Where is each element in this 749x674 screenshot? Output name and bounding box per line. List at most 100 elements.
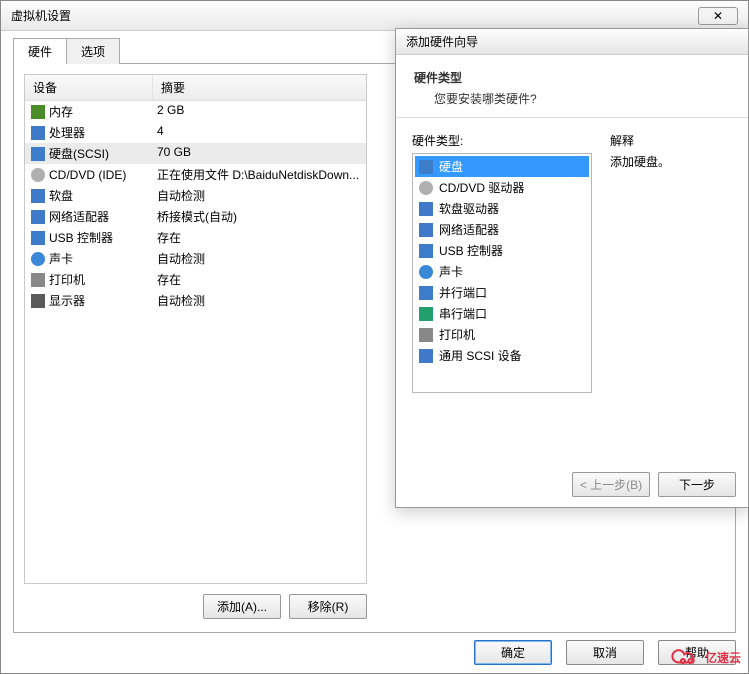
device-summary: 70 GB bbox=[153, 145, 366, 162]
wizard-desc-label: 解释 bbox=[610, 132, 670, 149]
add-button-label: 添加(A)... bbox=[217, 600, 267, 614]
sound-icon bbox=[419, 265, 433, 279]
hardware-actions: 添加(A)... 移除(R) bbox=[24, 594, 367, 619]
hardware-table-header: 设备 摘要 bbox=[25, 75, 366, 101]
hdd-icon bbox=[31, 147, 45, 161]
table-row[interactable]: 声卡 自动检测 bbox=[25, 248, 366, 269]
back-button-label: < 上一步(B) bbox=[580, 478, 642, 492]
next-button[interactable]: 下一步 bbox=[658, 472, 736, 497]
cd-icon bbox=[419, 181, 433, 195]
device-summary: 存在 bbox=[153, 229, 366, 246]
ok-button[interactable]: 确定 bbox=[474, 640, 552, 665]
add-hardware-wizard: 添加硬件向导 硬件类型 您要安装哪类硬件? 硬件类型: 硬盘 CD/DVD 驱动器… bbox=[395, 28, 749, 508]
table-row[interactable]: CD/DVD (IDE) 正在使用文件 D:\BaiduNetdiskDown..… bbox=[25, 164, 366, 185]
device-name: 软盘 bbox=[49, 187, 73, 204]
device-name: USB 控制器 bbox=[49, 229, 113, 246]
usb-icon bbox=[419, 244, 433, 258]
memory-icon bbox=[31, 105, 45, 119]
list-item-label: 网络适配器 bbox=[439, 221, 499, 238]
list-item[interactable]: 打印机 bbox=[415, 324, 589, 345]
list-item[interactable]: CD/DVD 驱动器 bbox=[415, 177, 589, 198]
printer-icon bbox=[31, 273, 45, 287]
device-name: 内存 bbox=[49, 103, 73, 120]
close-button[interactable]: ✕ bbox=[698, 7, 738, 25]
device-summary: 桥接模式(自动) bbox=[153, 208, 366, 225]
col-device-header[interactable]: 设备 bbox=[25, 75, 153, 100]
list-item[interactable]: 并行端口 bbox=[415, 282, 589, 303]
tab-options-label: 选项 bbox=[81, 45, 105, 59]
device-name: CD/DVD (IDE) bbox=[49, 168, 126, 182]
list-item-label: 并行端口 bbox=[439, 284, 487, 301]
parallel-icon bbox=[419, 286, 433, 300]
table-row[interactable]: 打印机 存在 bbox=[25, 269, 366, 290]
floppy-icon bbox=[31, 189, 45, 203]
remove-button[interactable]: 移除(R) bbox=[289, 594, 367, 619]
watermark-text: 亿速云 bbox=[705, 649, 741, 666]
device-name: 打印机 bbox=[49, 271, 85, 288]
device-summary: 正在使用文件 D:\BaiduNetdiskDown... bbox=[153, 166, 366, 183]
hdd-icon bbox=[419, 160, 433, 174]
wizard-heading: 硬件类型 bbox=[414, 69, 730, 86]
wizard-subheading: 您要安装哪类硬件? bbox=[414, 90, 730, 107]
list-item-label: USB 控制器 bbox=[439, 242, 503, 259]
cancel-button[interactable]: 取消 bbox=[566, 640, 644, 665]
cancel-button-label: 取消 bbox=[593, 646, 617, 660]
list-item[interactable]: 软盘驱动器 bbox=[415, 198, 589, 219]
list-item[interactable]: 声卡 bbox=[415, 261, 589, 282]
wizard-footer: < 上一步(B) 下一步 bbox=[572, 472, 736, 497]
device-summary: 4 bbox=[153, 124, 366, 141]
wizard-desc-text: 添加硬盘。 bbox=[610, 153, 670, 170]
watermark-logo: 亿速云 bbox=[668, 646, 741, 668]
window-title: 虚拟机设置 bbox=[11, 7, 71, 24]
device-name: 网络适配器 bbox=[49, 208, 109, 225]
cpu-icon bbox=[31, 126, 45, 140]
usb-icon bbox=[31, 231, 45, 245]
wizard-titlebar: 添加硬件向导 bbox=[396, 29, 748, 55]
device-summary: 存在 bbox=[153, 271, 366, 288]
device-summary: 2 GB bbox=[153, 103, 366, 120]
table-row[interactable]: 网络适配器 桥接模式(自动) bbox=[25, 206, 366, 227]
device-summary: 自动检测 bbox=[153, 250, 366, 267]
table-row[interactable]: 内存 2 GB bbox=[25, 101, 366, 122]
scsi-icon bbox=[419, 349, 433, 363]
device-name: 处理器 bbox=[49, 124, 85, 141]
list-item[interactable]: 通用 SCSI 设备 bbox=[415, 345, 589, 366]
table-row[interactable]: 软盘 自动检测 bbox=[25, 185, 366, 206]
device-name: 硬盘(SCSI) bbox=[49, 145, 109, 162]
cd-icon bbox=[31, 168, 45, 182]
tab-hardware[interactable]: 硬件 bbox=[13, 38, 67, 64]
ok-button-label: 确定 bbox=[501, 646, 525, 660]
serial-icon bbox=[419, 307, 433, 321]
titlebar: 虚拟机设置 ✕ bbox=[1, 1, 748, 31]
tab-options[interactable]: 选项 bbox=[66, 38, 120, 64]
table-row[interactable]: 显示器 自动检测 bbox=[25, 290, 366, 311]
device-name: 显示器 bbox=[49, 292, 85, 309]
table-row[interactable]: 处理器 4 bbox=[25, 122, 366, 143]
device-summary: 自动检测 bbox=[153, 187, 366, 204]
table-row[interactable]: USB 控制器 存在 bbox=[25, 227, 366, 248]
wizard-description: 解释 添加硬盘。 bbox=[610, 132, 670, 393]
hardware-type-list-wrap: 硬件类型: 硬盘 CD/DVD 驱动器软盘驱动器网络适配器 USB 控制器声卡并行端… bbox=[412, 132, 592, 393]
list-item-label: 打印机 bbox=[439, 326, 475, 343]
table-row[interactable]: 硬盘(SCSI) 70 GB bbox=[25, 143, 366, 164]
list-item[interactable]: 硬盘 bbox=[415, 156, 589, 177]
cloud-icon bbox=[668, 646, 702, 668]
list-item-label: 硬盘 bbox=[439, 158, 463, 175]
sound-icon bbox=[31, 252, 45, 266]
back-button[interactable]: < 上一步(B) bbox=[572, 472, 650, 497]
network-icon bbox=[419, 223, 433, 237]
add-button[interactable]: 添加(A)... bbox=[203, 594, 281, 619]
col-summary-header[interactable]: 摘要 bbox=[153, 75, 366, 100]
list-item[interactable]: 串行端口 bbox=[415, 303, 589, 324]
wizard-header: 硬件类型 您要安装哪类硬件? bbox=[396, 55, 748, 118]
list-item-label: 声卡 bbox=[439, 263, 463, 280]
remove-button-label: 移除(R) bbox=[308, 600, 349, 614]
floppy-icon bbox=[419, 202, 433, 216]
hardware-type-list[interactable]: 硬盘 CD/DVD 驱动器软盘驱动器网络适配器 USB 控制器声卡并行端口串行端口打… bbox=[412, 153, 592, 393]
hardware-rows: 内存 2 GB 处理器 4 硬盘(SCSI) 70 GB CD/DVD (IDE) 正在使用文… bbox=[25, 101, 366, 311]
device-name: 声卡 bbox=[49, 250, 73, 267]
hardware-type-label: 硬件类型: bbox=[412, 132, 592, 149]
list-item[interactable]: USB 控制器 bbox=[415, 240, 589, 261]
list-item[interactable]: 网络适配器 bbox=[415, 219, 589, 240]
device-summary: 自动检测 bbox=[153, 292, 366, 309]
